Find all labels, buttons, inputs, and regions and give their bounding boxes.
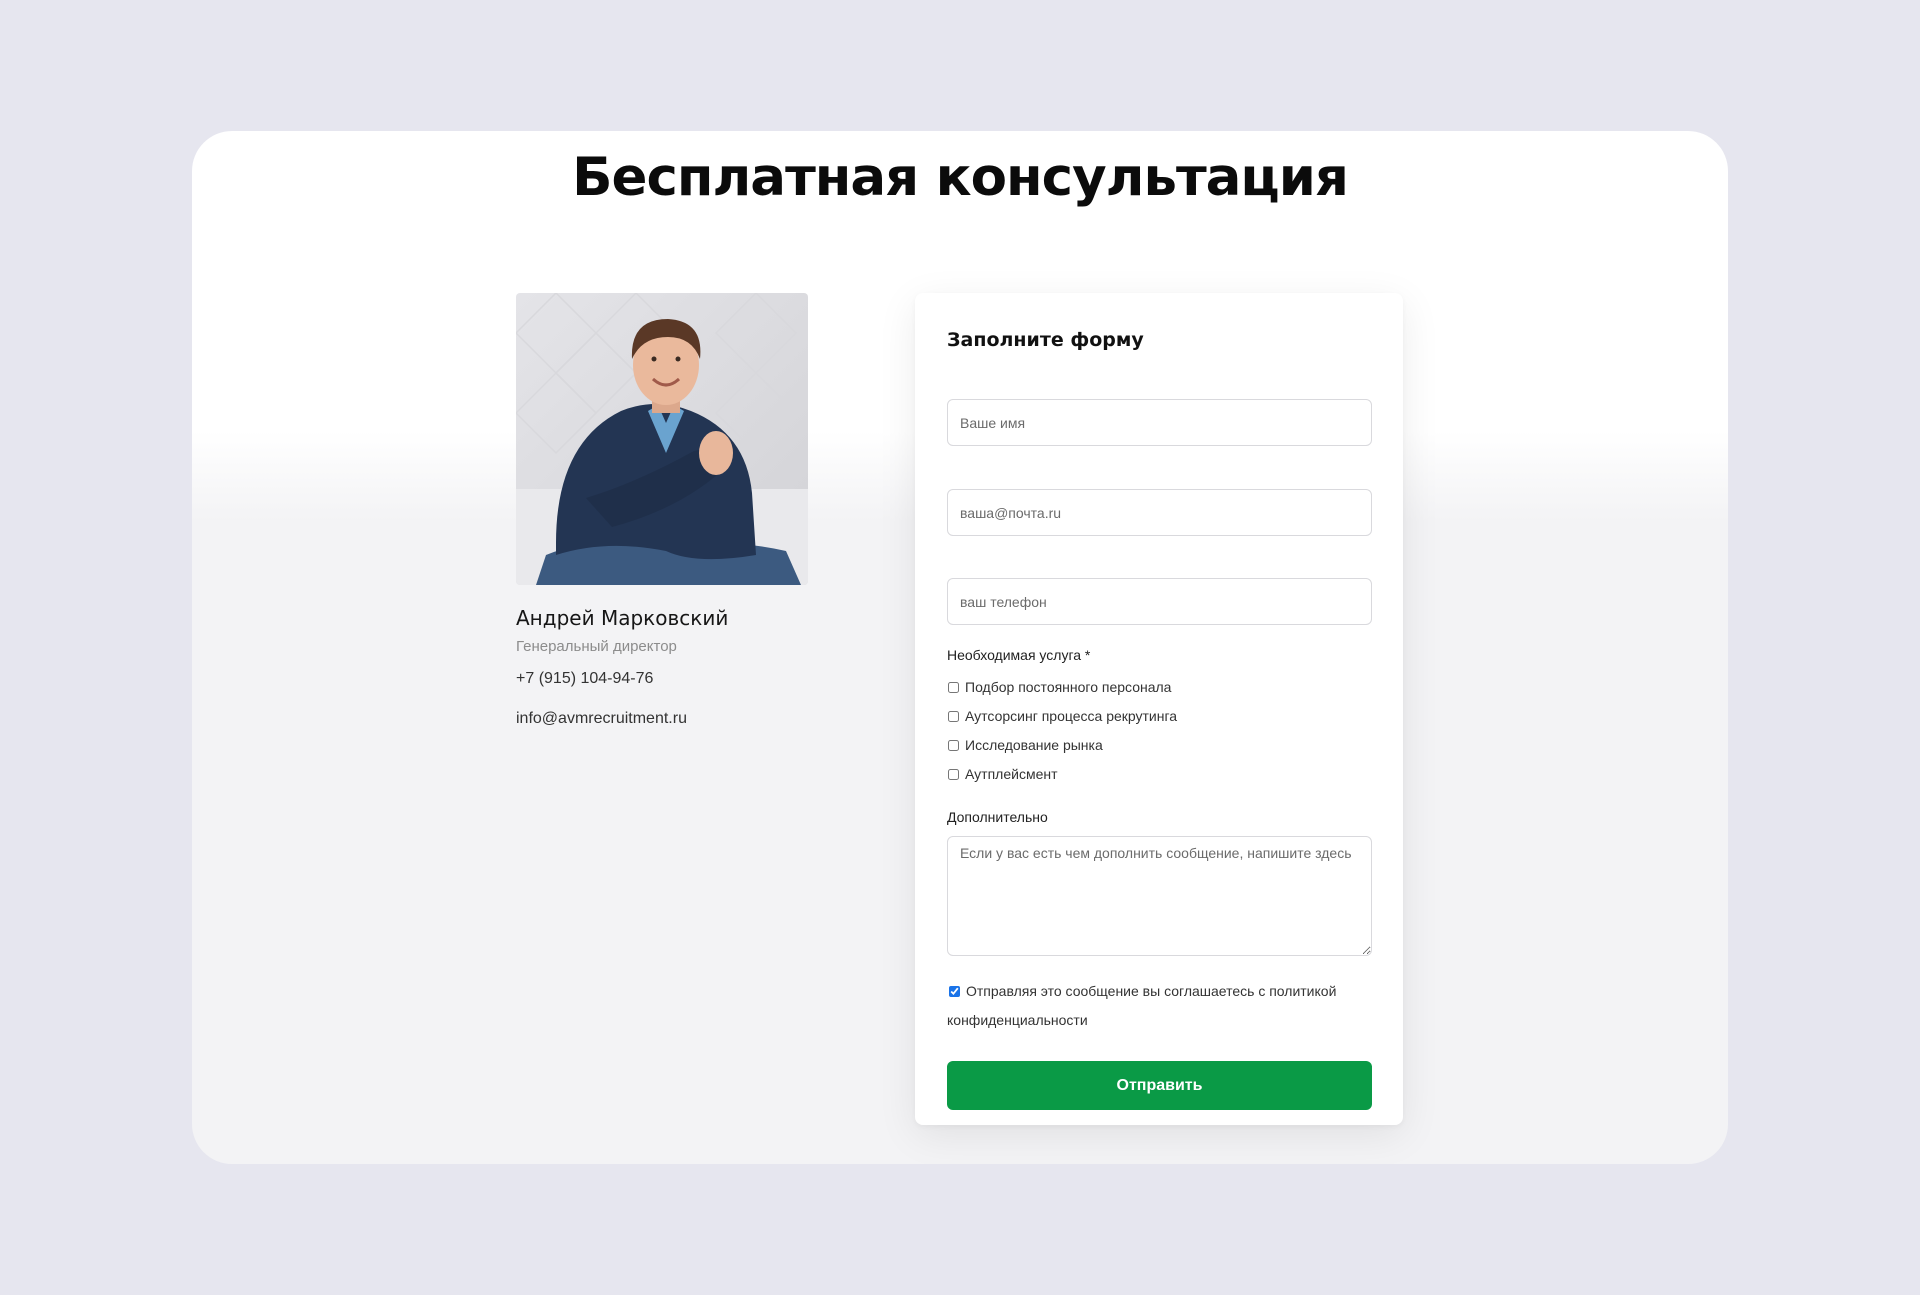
email-input[interactable] — [947, 489, 1372, 536]
page-title: Бесплатная консультация — [572, 147, 1349, 208]
service-option-market-research[interactable]: Исследование рынка — [948, 737, 1103, 753]
service-checkbox[interactable] — [948, 681, 959, 693]
service-label: Необходимая услуга * — [947, 647, 1091, 663]
service-option-label: Аутсорсинг процесса рекрутинга — [965, 708, 1178, 724]
service-option-outplacement[interactable]: Аутплейсмент — [948, 766, 1058, 782]
consent-row[interactable]: Отправляя это сообщение вы соглашаетесь … — [947, 977, 1372, 1035]
consent-text: Отправляя это сообщение вы соглашаетесь … — [947, 983, 1337, 1028]
person-phone[interactable]: +7 (915) 104-94-76 — [516, 669, 816, 689]
extra-label: Дополнительно — [947, 809, 1048, 825]
service-option-label: Аутплейсмент — [965, 766, 1058, 782]
service-option-label: Исследование рынка — [965, 737, 1103, 753]
name-input[interactable] — [947, 399, 1372, 446]
service-option-rpo[interactable]: Аутсорсинг процесса рекрутинга — [948, 708, 1177, 724]
consultation-card: Бесплатная консультация Андрей Марковски… — [192, 131, 1728, 1164]
person-role: Генеральный директор — [516, 638, 677, 655]
person-photo — [516, 293, 808, 585]
contact-form: Заполните форму Необходимая услуга * Под… — [915, 293, 1403, 1125]
service-checkbox[interactable] — [948, 710, 959, 722]
service-option-label: Подбор постоянного персонала — [965, 679, 1172, 695]
service-checkbox[interactable] — [948, 768, 959, 780]
phone-input[interactable] — [947, 578, 1372, 625]
person-card: Андрей Марковский Генеральный директор +… — [516, 293, 816, 729]
person-email[interactable]: info@avmrecruitment.ru — [516, 709, 816, 729]
submit-button[interactable]: Отправить — [947, 1061, 1372, 1110]
form-title: Заполните форму — [947, 329, 1144, 351]
service-option-permanent-staff[interactable]: Подбор постоянного персонала — [948, 679, 1171, 695]
service-checkbox[interactable] — [948, 739, 959, 751]
person-name: Андрей Марковский — [516, 606, 729, 630]
extra-message-textarea[interactable] — [947, 836, 1372, 956]
consent-checkbox[interactable] — [949, 986, 960, 997]
